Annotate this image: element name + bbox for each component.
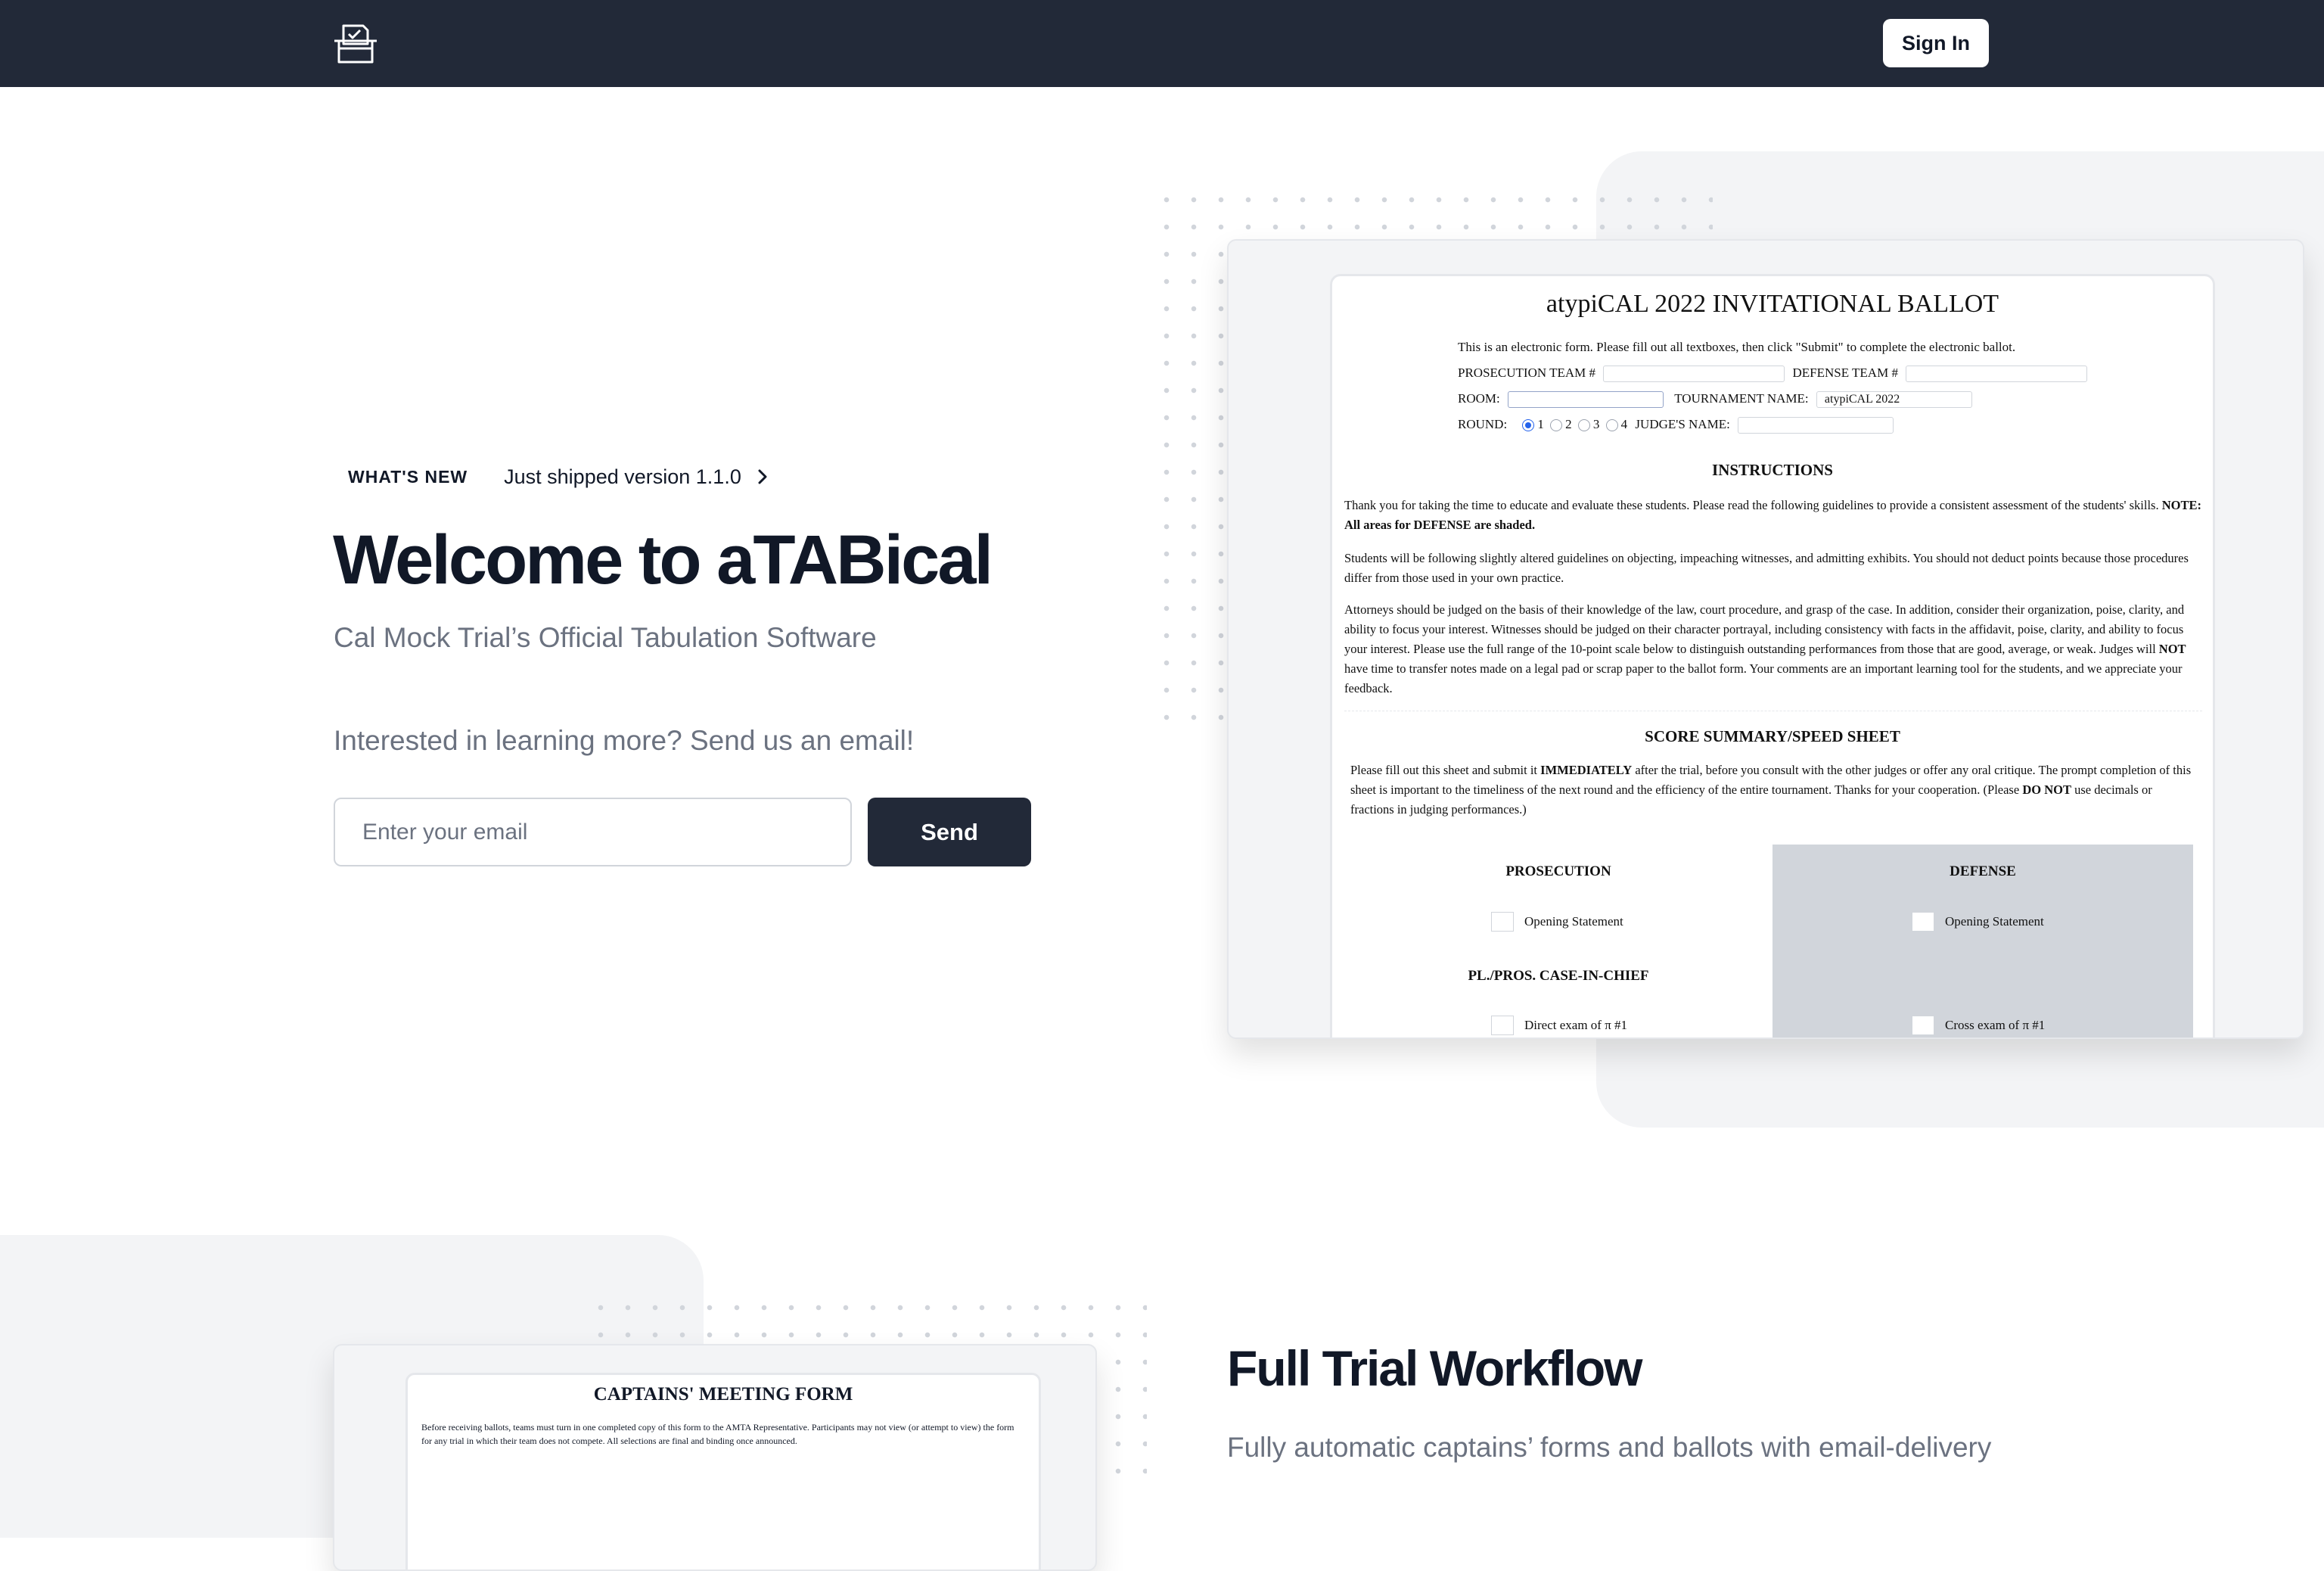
prosecution-opening-label: Opening Statement xyxy=(1524,914,1623,929)
round-label: ROUND: xyxy=(1458,417,1508,431)
room-input[interactable] xyxy=(1507,391,1664,409)
prosecution-team-select[interactable] xyxy=(1603,366,1785,383)
tournament-name-label: TOURNAMENT NAME: xyxy=(1674,391,1809,406)
hero-title: Welcome to aTABical xyxy=(333,521,993,599)
whats-new-banner[interactable]: WHAT'S NEW Just shipped version 1.1.0 xyxy=(333,454,770,499)
round-option-3: 3 xyxy=(1592,417,1600,431)
defense-opening-label: Opening Statement xyxy=(1945,914,2044,929)
defense-cross-score[interactable] xyxy=(1912,1016,1934,1035)
captains-form-text: Before receiving ballots, teams must tur… xyxy=(421,1422,1014,1446)
ballot-form: atypiCAL 2022 INVITATIONAL BALLOT This i… xyxy=(1330,274,2215,1037)
round-radio-3[interactable] xyxy=(1577,419,1590,432)
judge-name-label: JUDGE'S NAME: xyxy=(1635,417,1730,431)
team-row: PROSECUTION TEAM # DEFENSE TEAM # xyxy=(1458,366,2088,383)
send-button[interactable]: Send xyxy=(868,798,1031,866)
round-radio-2[interactable] xyxy=(1550,419,1563,432)
defense-team-select[interactable] xyxy=(1906,366,2088,383)
prosecution-direct-score[interactable] xyxy=(1491,1016,1514,1035)
instructions-para-1: Thank you for taking the time to educate… xyxy=(1344,498,2201,532)
defense-cross-label: Cross exam of π #1 xyxy=(1945,1018,2046,1032)
round-radio-4[interactable] xyxy=(1605,419,1618,432)
workflow-subtitle: Fully automatic captains’ forms and ball… xyxy=(1227,1432,1992,1463)
defense-opening-row: Opening Statement xyxy=(1912,912,2044,932)
instructions-para-2: Students will be following slightly alte… xyxy=(1344,551,2189,585)
tournament-name-input[interactable]: atypiCAL 2022 xyxy=(1816,391,1972,409)
instructions-heading: INSTRUCTIONS xyxy=(1712,461,1833,479)
top-nav: Sign In xyxy=(0,0,2324,87)
score-summary-heading: SCORE SUMMARY/SPEED SHEET xyxy=(1645,727,1900,745)
announcement-link[interactable]: Just shipped version 1.1.0 xyxy=(483,465,741,489)
round-option-2: 2 xyxy=(1565,417,1572,431)
defense-heading: DEFENSE xyxy=(1950,863,2016,879)
room-label: ROOM: xyxy=(1458,391,1500,406)
defense-cross-row: Cross exam of π #1 xyxy=(1912,1016,2045,1035)
email-input[interactable] xyxy=(334,798,852,866)
prosecution-direct-row: Direct exam of π #1 xyxy=(1491,1016,1627,1035)
whats-new-badge: WHAT'S NEW xyxy=(348,466,468,487)
case-in-chief-heading: PL./PROS. CASE-IN-CHIEF xyxy=(1468,968,1649,984)
workflow-title: Full Trial Workflow xyxy=(1227,1340,1642,1396)
chevron-right-icon xyxy=(758,469,767,484)
ballot-title: atypiCAL 2022 INVITATIONAL BALLOT xyxy=(1546,290,1999,318)
prosecution-direct-label: Direct exam of π #1 xyxy=(1524,1018,1628,1032)
ballot-screenshot: atypiCAL 2022 INVITATIONAL BALLOT This i… xyxy=(1227,239,2304,1039)
captains-form-title: CAPTAINS' MEETING FORM xyxy=(593,1384,853,1405)
score-summary-text: Please fill out this sheet and submit it… xyxy=(1350,763,2192,817)
sign-in-button[interactable]: Sign In xyxy=(1883,19,1989,67)
round-option-1: 1 xyxy=(1537,417,1544,431)
prosecution-opening-row: Opening Statement xyxy=(1491,912,1623,932)
judge-name-input[interactable] xyxy=(1738,417,1894,434)
defense-opening-score[interactable] xyxy=(1912,912,1934,932)
instructions-para-3: Attorneys should be judged on the basis … xyxy=(1344,602,2186,695)
hero-subtitle: Cal Mock Trial’s Official Tabulation Sof… xyxy=(334,622,877,653)
prosecution-opening-score[interactable] xyxy=(1491,912,1514,932)
hero-interest-text: Interested in learning more? Send us an … xyxy=(334,725,915,756)
prosecution-heading: PROSECUTION xyxy=(1505,863,1611,879)
ballot-box-icon[interactable] xyxy=(333,23,378,65)
round-option-4: 4 xyxy=(1620,417,1628,431)
captains-form: CAPTAINS' MEETING FORM Before receiving … xyxy=(405,1373,1041,1569)
prosecution-team-label: PROSECUTION TEAM # xyxy=(1458,366,1595,380)
defense-team-label: DEFENSE TEAM # xyxy=(1792,366,1898,380)
ballot-intro: This is an electronic form. Please fill … xyxy=(1458,340,2016,354)
room-row: ROOM: TOURNAMENT NAME: atypiCAL 2022 xyxy=(1458,391,1972,409)
round-row: ROUND: 1 2 3 4 JUDGE'S NAME: xyxy=(1458,417,1894,434)
captains-form-screenshot: CAPTAINS' MEETING FORM Before receiving … xyxy=(333,1344,1097,1571)
round-radio-1[interactable] xyxy=(1522,419,1535,432)
